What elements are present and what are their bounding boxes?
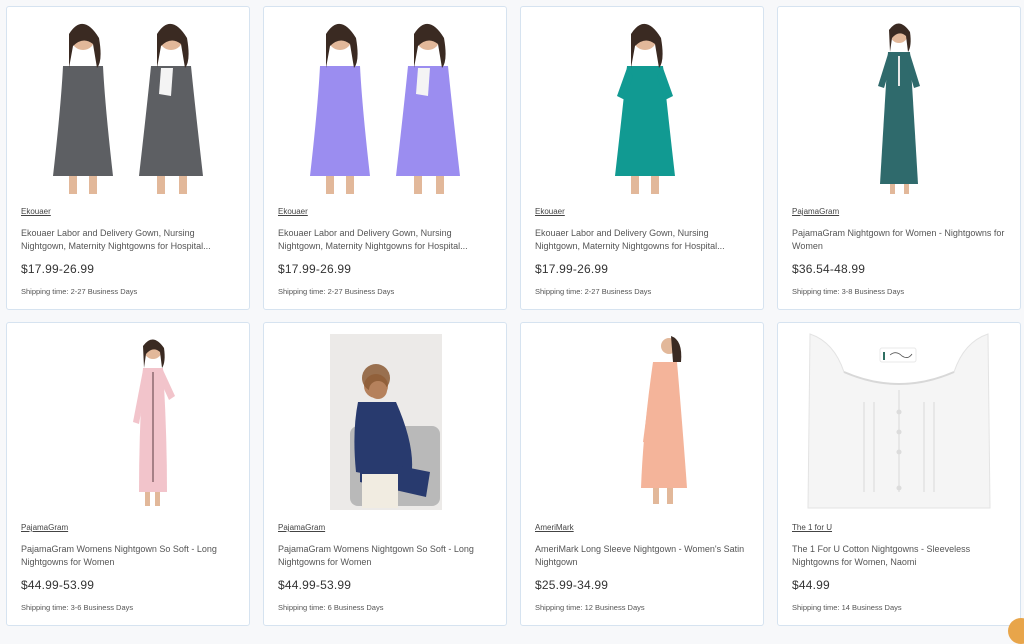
product-price: $44.99-53.99 [21,578,95,592]
brand-link[interactable]: Ekouaer [535,207,565,216]
shipping-time: Shipping time: 2-27 Business Days [21,287,138,296]
brand-link[interactable]: AmeriMark [535,523,574,532]
product-image[interactable] [7,15,249,195]
shipping-time: Shipping time: 3-6 Business Days [21,603,134,612]
product-card[interactable]: PajamaGram PajamaGram Womens Nightgown S… [6,322,250,626]
model-figure [641,336,687,504]
model-figure [310,23,370,194]
product-card[interactable]: AmeriMark AmeriMark Long Sleeve Nightgow… [520,322,764,626]
product-card[interactable]: The 1 for U The 1 For U Cotton Nightgown… [777,322,1021,626]
brand-link[interactable]: Ekouaer [278,207,308,216]
shipping-time: Shipping time: 14 Business Days [792,603,902,612]
model-figure [139,23,203,194]
shipping-time: Shipping time: 6 Business Days [278,603,384,612]
brand-link[interactable]: The 1 for U [792,523,832,532]
product-price: $17.99-26.99 [278,262,352,276]
product-image[interactable] [264,15,506,195]
model-figure [878,23,920,194]
shipping-time: Shipping time: 2-27 Business Days [278,287,395,296]
chat-widget-button[interactable] [1008,618,1024,644]
product-price: $44.99-53.99 [278,578,352,592]
product-title[interactable]: PajamaGram Nightgown for Women - Nightgo… [792,227,1008,253]
product-title[interactable]: Ekouaer Labor and Delivery Gown, Nursing… [278,227,494,253]
product-card[interactable]: Ekouaer Ekouaer Labor and Delivery Gown,… [520,6,764,310]
brand-tag-logo [879,347,917,363]
brand-link[interactable]: PajamaGram [21,523,68,532]
product-title[interactable]: Ekouaer Labor and Delivery Gown, Nursing… [21,227,237,253]
product-image[interactable] [7,331,249,511]
product-price: $17.99-26.99 [21,262,95,276]
shipping-time: Shipping time: 3-8 Business Days [792,287,905,296]
product-price: $44.99 [792,578,830,592]
product-title[interactable]: The 1 For U Cotton Nightgowns - Sleevele… [792,543,1008,569]
model-figure [53,23,113,194]
product-image[interactable] [521,331,763,511]
product-title[interactable]: AmeriMark Long Sleeve Nightgown - Women'… [535,543,751,569]
shipping-time: Shipping time: 2-27 Business Days [535,287,652,296]
brand-link[interactable]: PajamaGram [278,523,325,532]
model-figure [615,23,675,194]
shipping-time: Shipping time: 12 Business Days [535,603,645,612]
product-image[interactable] [778,331,1020,511]
product-title[interactable]: PajamaGram Womens Nightgown So Soft - Lo… [21,543,237,569]
product-card[interactable]: Ekouaer Ekouaer Labor and Delivery Gown,… [263,6,507,310]
brand-link[interactable]: Ekouaer [21,207,51,216]
product-title[interactable]: Ekouaer Labor and Delivery Gown, Nursing… [535,227,751,253]
product-image[interactable] [264,331,506,511]
product-card[interactable]: PajamaGram PajamaGram Womens Nightgown S… [263,322,507,626]
product-card[interactable]: Ekouaer Ekouaer Labor and Delivery Gown,… [6,6,250,310]
product-title[interactable]: PajamaGram Womens Nightgown So Soft - Lo… [278,543,494,569]
product-image[interactable] [778,15,1020,195]
product-price: $25.99-34.99 [535,578,609,592]
product-price: $17.99-26.99 [535,262,609,276]
product-grid: Ekouaer Ekouaer Labor and Delivery Gown,… [6,6,1021,626]
product-price: $36.54-48.99 [792,262,866,276]
brand-link[interactable]: PajamaGram [792,207,839,216]
product-card[interactable]: PajamaGram PajamaGram Nightgown for Wome… [777,6,1021,310]
product-image[interactable] [521,15,763,195]
model-figure [133,339,175,506]
model-figure [396,23,460,194]
